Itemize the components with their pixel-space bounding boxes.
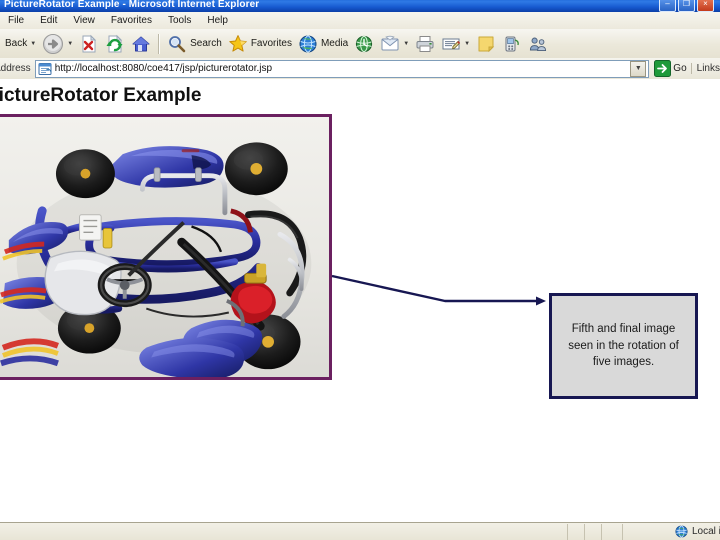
address-input[interactable]: http://localhost:8080/coe417/jsp/picture… (34, 59, 650, 78)
favorites-button[interactable]: Favorites (225, 31, 295, 57)
search-button[interactable]: Search (164, 31, 225, 57)
menu-item-edit[interactable]: Edit (32, 14, 65, 27)
history-button[interactable] (351, 31, 377, 57)
mail-icon (380, 34, 400, 54)
printer-icon (415, 34, 435, 54)
go-kart-image (0, 117, 329, 377)
maximize-icon: ❐ (682, 0, 691, 8)
home-button[interactable] (128, 31, 154, 57)
browser-window: PictureRotator Example - Microsoft Inter… (0, 0, 720, 540)
forward-button[interactable]: ▼ (39, 31, 76, 57)
search-icon (167, 34, 187, 54)
messenger-button[interactable] (499, 31, 525, 57)
links-label: Links (690, 63, 720, 74)
discuss-button[interactable] (525, 31, 551, 57)
close-button[interactable]: × (697, 0, 714, 12)
status-pane-2 (585, 523, 602, 540)
stop-button[interactable] (76, 31, 102, 57)
menu-item-help[interactable]: Help (199, 14, 236, 27)
go-button[interactable]: Go (654, 60, 687, 77)
toolbar: Back ▼ ▼ Search Favorites Media ▼ ▼ (0, 29, 720, 58)
media-button[interactable]: Media (295, 31, 351, 57)
rotating-picture-frame (0, 114, 332, 380)
maximize-button[interactable]: ❐ (678, 0, 695, 12)
history-globe-icon (354, 34, 374, 54)
refresh-icon (105, 34, 125, 54)
mail-dropdown-icon[interactable]: ▼ (403, 41, 409, 47)
toolbar-separator-1 (158, 33, 161, 54)
local-intranet-icon (675, 525, 688, 538)
forward-arrow-icon (42, 33, 64, 55)
notes-icon (476, 34, 496, 54)
window-controls: – ❐ × (659, 0, 714, 12)
close-icon: × (703, 0, 708, 8)
callout-box: Fifth and final image seen in the rotati… (549, 293, 698, 399)
address-label: Address (0, 63, 31, 74)
discuss-people-icon (528, 34, 548, 54)
callout-arrow (331, 274, 546, 306)
forward-dropdown-icon[interactable]: ▼ (67, 41, 73, 47)
menu-item-file[interactable]: File (6, 14, 32, 27)
refresh-button[interactable] (102, 31, 128, 57)
address-dropdown-icon[interactable]: ▼ (630, 60, 647, 77)
search-label: Search (190, 38, 222, 49)
star-icon (228, 34, 248, 54)
menu-bar: File Edit View Favorites Tools Help (0, 12, 720, 29)
edit-dropdown-icon[interactable]: ▼ (464, 41, 470, 47)
minimize-button[interactable]: – (659, 0, 676, 12)
media-label: Media (320, 38, 349, 49)
status-bar: Local intranet (0, 522, 720, 540)
minimize-icon: – (665, 0, 670, 8)
back-label: Back (5, 38, 28, 49)
page-favicon-icon (38, 62, 52, 76)
media-globe-icon (298, 34, 318, 54)
security-zone-label: Local intranet (692, 526, 720, 537)
edit-page-icon (441, 34, 461, 54)
messenger-icon (502, 34, 522, 54)
status-pane-1 (568, 523, 585, 540)
page-content: PictureRotator Example Fifth and final i… (0, 79, 720, 522)
address-bar: Address http://localhost:8080/coe417/jsp… (0, 58, 720, 79)
menu-item-tools[interactable]: Tools (160, 14, 199, 27)
notes-button[interactable] (473, 31, 499, 57)
back-button[interactable]: Back ▼ (2, 31, 39, 57)
mail-button[interactable]: ▼ (377, 31, 412, 57)
back-dropdown-icon[interactable]: ▼ (30, 41, 36, 47)
status-pane-3 (602, 523, 623, 540)
favorites-label: Favorites (250, 38, 292, 49)
address-url-text: http://localhost:8080/coe417/jsp/picture… (54, 63, 273, 74)
page-title: PictureRotator Example (0, 85, 202, 106)
go-label: Go (673, 63, 687, 74)
security-zone[interactable]: Local intranet (623, 524, 720, 540)
menu-item-view[interactable]: View (65, 14, 103, 27)
edit-page-button[interactable]: ▼ (438, 31, 473, 57)
home-icon (131, 34, 151, 54)
title-bar: PictureRotator Example - Microsoft Inter… (0, 0, 720, 12)
window-title: PictureRotator Example - Microsoft Inter… (4, 0, 260, 10)
callout-text: Fifth and final image seen in the rotati… (568, 322, 679, 369)
print-button[interactable] (412, 31, 438, 57)
status-message (0, 523, 568, 540)
menu-item-favorites[interactable]: Favorites (103, 14, 160, 27)
stop-icon (79, 34, 99, 54)
go-arrow-icon (654, 60, 672, 77)
